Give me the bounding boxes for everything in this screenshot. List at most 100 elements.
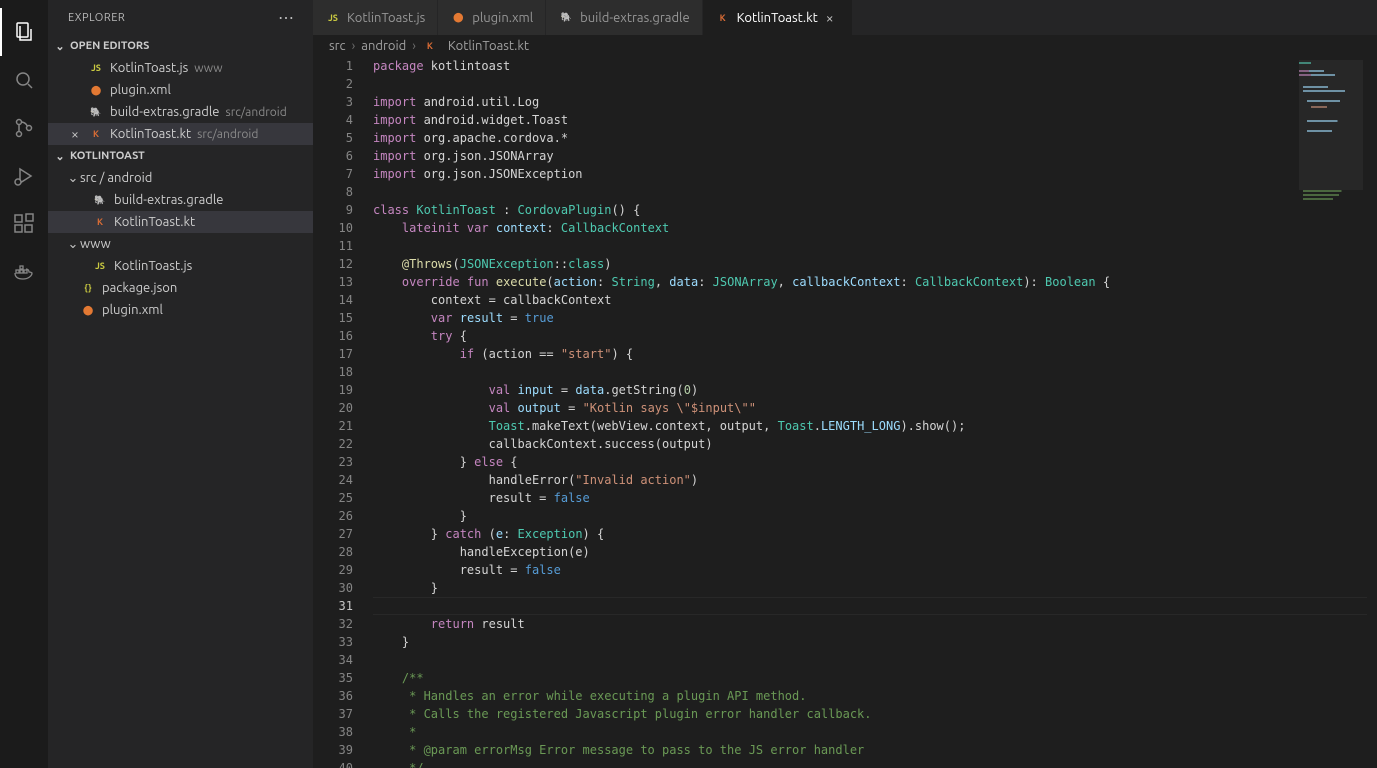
sidebar-more-icon[interactable]: ⋯ (278, 8, 295, 27)
file-name: plugin.xml (102, 303, 163, 317)
code-content[interactable]: package kotlintoast import android.util.L… (373, 57, 1377, 768)
activity-explorer-icon[interactable] (0, 8, 48, 56)
code-line[interactable]: context = callbackContext (373, 291, 1377, 309)
code-line[interactable]: Toast.makeText(webView.context, output, … (373, 417, 1377, 435)
code-line[interactable]: } (373, 579, 1377, 597)
chevron-down-icon: ⌄ (66, 171, 80, 186)
editor-tab[interactable]: ⬤plugin.xml (438, 0, 546, 35)
code-line[interactable]: /** (373, 669, 1377, 687)
code-line[interactable]: * Calls the registered Javascript plugin… (373, 705, 1377, 723)
tab-label: KotlinToast.js (347, 11, 425, 25)
code-line[interactable]: lateinit var context: CallbackContext (373, 219, 1377, 237)
activity-scm-icon[interactable] (0, 104, 48, 152)
close-icon[interactable]: × (66, 126, 84, 142)
open-editor-item[interactable]: JSKotlinToast.jswww (48, 57, 313, 79)
line-number: 29 (313, 561, 353, 579)
folder-item[interactable]: ⌄ www (48, 233, 313, 255)
code-line[interactable]: result = false (373, 561, 1377, 579)
code-line[interactable]: } else { (373, 453, 1377, 471)
code-line[interactable]: if (action == "start") { (373, 345, 1377, 363)
code-editor[interactable]: 1234567891011121314151617181920212223242… (313, 57, 1377, 768)
code-line[interactable]: import org.json.JSONException (373, 165, 1377, 183)
editor-tab[interactable]: KKotlinToast.kt× (703, 0, 853, 35)
activity-docker-icon[interactable] (0, 248, 48, 296)
kt-file-icon: K (715, 10, 731, 26)
code-line[interactable]: import org.apache.cordova.* (373, 129, 1377, 147)
code-line[interactable]: handleError("Invalid action") (373, 471, 1377, 489)
code-line[interactable]: val input = data.getString(0) (373, 381, 1377, 399)
xml-file-icon: ⬤ (80, 302, 96, 318)
code-line[interactable] (373, 651, 1377, 669)
file-name: build-extras.gradle (110, 105, 219, 119)
line-number: 24 (313, 471, 353, 489)
code-line[interactable]: } (373, 633, 1377, 651)
chevron-right-icon: › (350, 39, 358, 53)
file-item[interactable]: ⬤ plugin.xml (48, 299, 313, 321)
breadcrumb-segment[interactable]: src (329, 39, 346, 53)
open-editor-item[interactable]: ×KKotlinToast.ktsrc/android (48, 123, 313, 145)
code-line[interactable]: val output = "Kotlin says \"$input\"" (373, 399, 1377, 417)
minimap-viewport[interactable] (1299, 60, 1363, 190)
line-number: 35 (313, 669, 353, 687)
file-item[interactable]: 🐘build-extras.gradle (48, 189, 313, 211)
code-line[interactable]: } catch (e: Exception) { (373, 525, 1377, 543)
line-number: 23 (313, 453, 353, 471)
js-file-icon: JS (88, 60, 104, 76)
code-line[interactable]: try { (373, 327, 1377, 345)
file-name: KotlinToast.kt (114, 215, 195, 229)
folder-item[interactable]: ⌄ src / android (48, 167, 313, 189)
code-line[interactable] (373, 237, 1377, 255)
sidebar-title: EXPLORER (68, 12, 125, 24)
code-line[interactable]: result = false (373, 489, 1377, 507)
code-line[interactable]: * @param errorMsg Error message to pass … (373, 741, 1377, 759)
code-line[interactable]: package kotlintoast (373, 57, 1377, 75)
folder-name: www (80, 237, 111, 251)
activity-debug-icon[interactable] (0, 152, 48, 200)
editor-tab[interactable]: 🐘build-extras.gradle (546, 0, 702, 35)
breadcrumb-segment[interactable]: android (361, 39, 406, 53)
code-line[interactable] (373, 363, 1377, 381)
file-path-hint: www (194, 62, 222, 75)
line-number: 18 (313, 363, 353, 381)
line-number: 7 (313, 165, 353, 183)
code-line[interactable]: import org.json.JSONArray (373, 147, 1377, 165)
line-number: 14 (313, 291, 353, 309)
line-number: 12 (313, 255, 353, 273)
code-line[interactable]: * Handles an error while executing a plu… (373, 687, 1377, 705)
breadcrumb-segment[interactable]: KotlinToast.kt (448, 39, 529, 53)
file-path-hint: src/android (197, 128, 258, 141)
editor-area: JSKotlinToast.js⬤plugin.xml🐘build-extras… (313, 0, 1377, 768)
minimap[interactable] (1299, 60, 1363, 260)
code-line[interactable]: callbackContext.success(output) (373, 435, 1377, 453)
editor-tab[interactable]: JSKotlinToast.js (313, 0, 438, 35)
code-line[interactable]: override fun execute(action: String, dat… (373, 273, 1377, 291)
code-line[interactable]: } (373, 507, 1377, 525)
code-line[interactable] (373, 75, 1377, 93)
file-name: KotlinToast.js (114, 259, 192, 273)
code-line[interactable]: import android.widget.Toast (373, 111, 1377, 129)
code-line[interactable]: var result = true (373, 309, 1377, 327)
code-line[interactable]: class KotlinToast : CordovaPlugin() { (373, 201, 1377, 219)
code-line[interactable]: import android.util.Log (373, 93, 1377, 111)
kt-file-icon: K (422, 38, 438, 54)
activity-search-icon[interactable] (0, 56, 48, 104)
activity-extensions-icon[interactable] (0, 200, 48, 248)
breadcrumbs[interactable]: src›android›KKotlinToast.kt (313, 35, 1377, 57)
file-item[interactable]: KKotlinToast.kt (48, 211, 313, 233)
line-number: 32 (313, 615, 353, 633)
file-item[interactable]: JSKotlinToast.js (48, 255, 313, 277)
code-line[interactable] (373, 183, 1377, 201)
line-number: 2 (313, 75, 353, 93)
code-line[interactable]: @Throws(JSONException::class) (373, 255, 1377, 273)
open-editor-item[interactable]: 🐘build-extras.gradlesrc/android (48, 101, 313, 123)
code-line[interactable]: handleException(e) (373, 543, 1377, 561)
project-header[interactable]: ⌄ KOTLINTOAST (48, 145, 313, 167)
code-line[interactable]: return result (373, 615, 1377, 633)
line-number: 26 (313, 507, 353, 525)
code-line[interactable]: * (373, 723, 1377, 741)
open-editor-item[interactable]: ⬤plugin.xml (48, 79, 313, 101)
code-line[interactable]: */ (373, 759, 1377, 768)
file-item[interactable]: {}package.json (48, 277, 313, 299)
open-editors-header[interactable]: ⌄ OPEN EDITORS (48, 35, 313, 57)
close-icon[interactable]: × (826, 10, 840, 26)
